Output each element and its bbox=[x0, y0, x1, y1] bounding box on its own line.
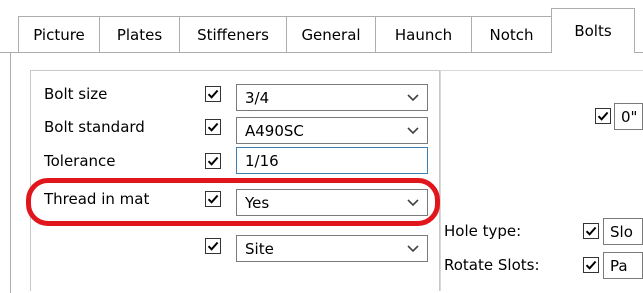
thread-in-mat-value: Yes bbox=[245, 194, 270, 212]
tab-stiffeners[interactable]: Stiffeners bbox=[179, 16, 287, 52]
bolt-size-checkbox[interactable] bbox=[205, 86, 221, 102]
tab-haunch[interactable]: Haunch bbox=[375, 16, 472, 52]
rotate-slots-label: Rotate Slots: bbox=[444, 256, 540, 274]
tab-notch[interactable]: Notch bbox=[471, 16, 552, 52]
bolt-size-value: 3/4 bbox=[245, 89, 270, 107]
bolt-size-dropdown[interactable]: 3/4 bbox=[236, 84, 428, 111]
offset-value: 0" bbox=[621, 108, 638, 126]
checkmark-icon bbox=[585, 226, 597, 236]
tolerance-label: Tolerance bbox=[44, 152, 116, 170]
offset-input[interactable]: 0" bbox=[614, 103, 643, 130]
tolerance-checkbox[interactable] bbox=[205, 153, 221, 169]
tab-general[interactable]: General bbox=[286, 16, 376, 52]
thread-in-mat-label: Thread in mat bbox=[44, 190, 150, 208]
chevron-down-icon bbox=[407, 127, 419, 135]
chevron-down-icon bbox=[407, 245, 419, 253]
checkmark-icon bbox=[207, 89, 219, 99]
chevron-down-icon bbox=[407, 199, 419, 207]
thread-in-mat-checkbox[interactable] bbox=[205, 191, 221, 207]
tab-picture[interactable]: Picture bbox=[18, 16, 100, 52]
site-value: Site bbox=[245, 240, 274, 258]
bolt-standard-dropdown[interactable]: A490SC bbox=[236, 117, 428, 144]
checkmark-icon bbox=[207, 156, 219, 166]
tab-divider bbox=[0, 52, 643, 53]
site-dropdown[interactable]: Site bbox=[236, 235, 428, 262]
bolt-size-label: Bolt size bbox=[44, 85, 108, 103]
tolerance-value: 1/16 bbox=[245, 152, 279, 170]
site-checkbox[interactable] bbox=[205, 238, 221, 254]
hole-type-value: Slo bbox=[610, 223, 633, 241]
rotate-slots-checkbox[interactable] bbox=[583, 257, 599, 273]
tolerance-input[interactable]: 1/16 bbox=[236, 147, 428, 174]
checkmark-icon bbox=[597, 111, 609, 121]
bolt-standard-label: Bolt standard bbox=[44, 118, 145, 136]
rotate-slots-value: Pa bbox=[610, 257, 628, 275]
bolt-standard-checkbox[interactable] bbox=[205, 119, 221, 135]
checkmark-icon bbox=[207, 194, 219, 204]
bolt-standard-value: A490SC bbox=[245, 122, 304, 140]
checkmark-icon bbox=[207, 122, 219, 132]
tab-strip: Picture Plates Stiffeners General Haunch… bbox=[0, 0, 643, 60]
rotate-slots-dropdown[interactable]: Pa bbox=[603, 252, 643, 279]
checkmark-icon bbox=[585, 260, 597, 270]
hole-type-dropdown[interactable]: Slo bbox=[603, 218, 643, 245]
tab-plates[interactable]: Plates bbox=[99, 16, 180, 52]
chevron-down-icon bbox=[407, 94, 419, 102]
hole-type-checkbox[interactable] bbox=[583, 223, 599, 239]
thread-in-mat-dropdown[interactable]: Yes bbox=[236, 189, 428, 216]
tab-bolts[interactable]: Bolts bbox=[551, 8, 635, 53]
checkmark-icon bbox=[207, 241, 219, 251]
hole-type-label: Hole type: bbox=[444, 222, 522, 240]
offset-checkbox[interactable] bbox=[595, 108, 611, 124]
